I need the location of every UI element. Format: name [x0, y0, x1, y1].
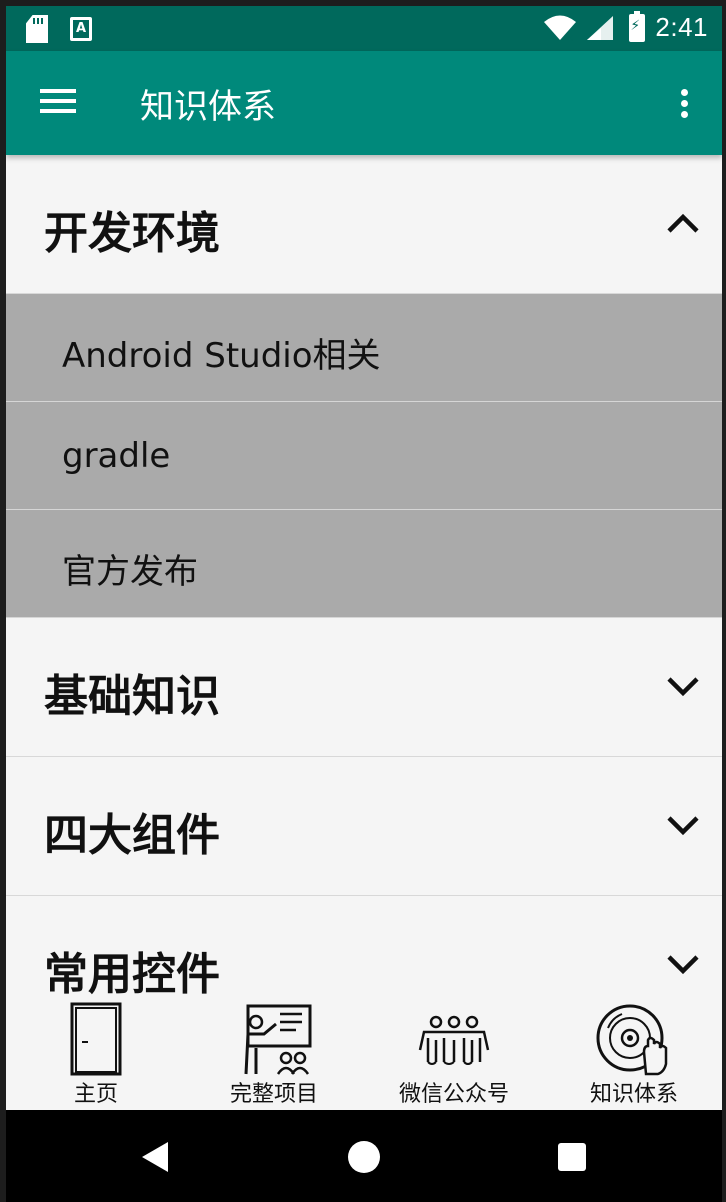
- status-clock: 2:41: [655, 12, 708, 42]
- group-title: 四大组件: [44, 810, 220, 861]
- recents-icon[interactable]: [558, 1143, 586, 1171]
- nav-label: 知识体系: [589, 1082, 678, 1107]
- system-nav-bar: [6, 1110, 722, 1202]
- page-title: 知识体系: [140, 87, 276, 127]
- menu-icon[interactable]: [40, 87, 76, 115]
- people-group-icon: [418, 1015, 490, 1065]
- nav-item-knowledge[interactable]: 知识体系: [546, 998, 722, 1110]
- nav-item-wechat[interactable]: 微信公众号: [362, 998, 546, 1110]
- child-label: Android Studio相关: [62, 336, 381, 376]
- a-notification-icon: A: [70, 17, 92, 41]
- teacher-board-icon: [244, 1004, 312, 1075]
- chevron-down-icon[interactable]: [666, 813, 700, 847]
- home-icon[interactable]: [348, 1141, 380, 1173]
- group-header-basics[interactable]: 基础知识: [6, 618, 722, 757]
- svg-text:×: ×: [565, 31, 574, 41]
- child-item-official-release[interactable]: 官方发布: [6, 510, 722, 618]
- child-label: gradle: [62, 436, 171, 476]
- chevron-down-icon[interactable]: [666, 674, 700, 708]
- child-item-gradle[interactable]: gradle: [6, 402, 722, 510]
- bottom-navigation: 主页 完整项目 微信公众号 知识体系: [6, 998, 722, 1110]
- signal-icon: [587, 15, 614, 40]
- group-header-four-components[interactable]: 四大组件: [6, 757, 722, 896]
- child-label: 官方发布: [62, 552, 198, 592]
- app-screen: A × 2:41 知识体系 开发环境: [6, 6, 722, 1202]
- nav-label: 完整项目: [229, 1082, 318, 1107]
- group-title: 基础知识: [44, 671, 220, 722]
- group-title: 开发环境: [44, 208, 220, 259]
- app-bar: 知识体系: [6, 51, 722, 155]
- nav-item-projects[interactable]: 完整项目: [186, 998, 362, 1110]
- group-header-dev-env[interactable]: 开发环境: [6, 155, 722, 294]
- status-bar: A × 2:41: [6, 6, 722, 51]
- back-icon[interactable]: [142, 1142, 168, 1172]
- chevron-up-icon[interactable]: [666, 211, 700, 245]
- child-item-android-studio[interactable]: Android Studio相关: [6, 294, 722, 402]
- nav-item-home[interactable]: 主页: [6, 998, 186, 1110]
- nav-label: 微信公众号: [398, 1082, 509, 1107]
- more-vert-icon[interactable]: [678, 87, 690, 119]
- group-title: 常用控件: [44, 949, 220, 998]
- chevron-down-icon[interactable]: [666, 952, 700, 986]
- nav-label: 主页: [73, 1082, 118, 1107]
- wifi-icon: ×: [544, 15, 577, 41]
- door-icon: [70, 1002, 122, 1076]
- disc-hand-icon: [596, 1004, 668, 1076]
- battery-charging-icon: [629, 10, 646, 42]
- group-header-common-controls[interactable]: 常用控件: [6, 896, 722, 998]
- sd-card-icon: [26, 15, 48, 43]
- knowledge-list[interactable]: 开发环境 Android Studio相关 gradle 官方发布 基础知识 四…: [6, 155, 722, 998]
